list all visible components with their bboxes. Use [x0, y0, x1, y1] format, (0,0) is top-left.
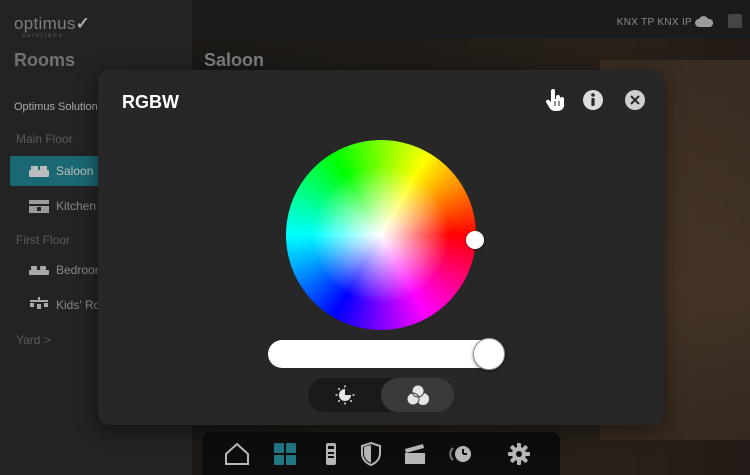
mode-rgb-button[interactable]	[381, 378, 454, 412]
info-icon	[583, 90, 603, 110]
touch-mode-button[interactable]	[542, 87, 568, 113]
rgb-circles-icon	[406, 384, 429, 406]
white-temperature-icon	[335, 385, 354, 405]
rgbw-dialog: RGBW	[98, 70, 664, 425]
info-button[interactable]	[580, 87, 606, 113]
brightness-slider-track[interactable]	[268, 340, 494, 368]
close-button[interactable]	[622, 87, 648, 113]
mode-white-button[interactable]	[308, 378, 381, 412]
touch-hand-icon	[545, 89, 564, 111]
color-wheel-handle[interactable]	[465, 230, 484, 249]
dialog-title: RGBW	[122, 92, 179, 112]
close-icon	[625, 90, 645, 110]
brightness-slider-thumb[interactable]	[473, 338, 506, 370]
color-wheel[interactable]	[286, 140, 476, 330]
mode-toggle	[308, 378, 454, 412]
